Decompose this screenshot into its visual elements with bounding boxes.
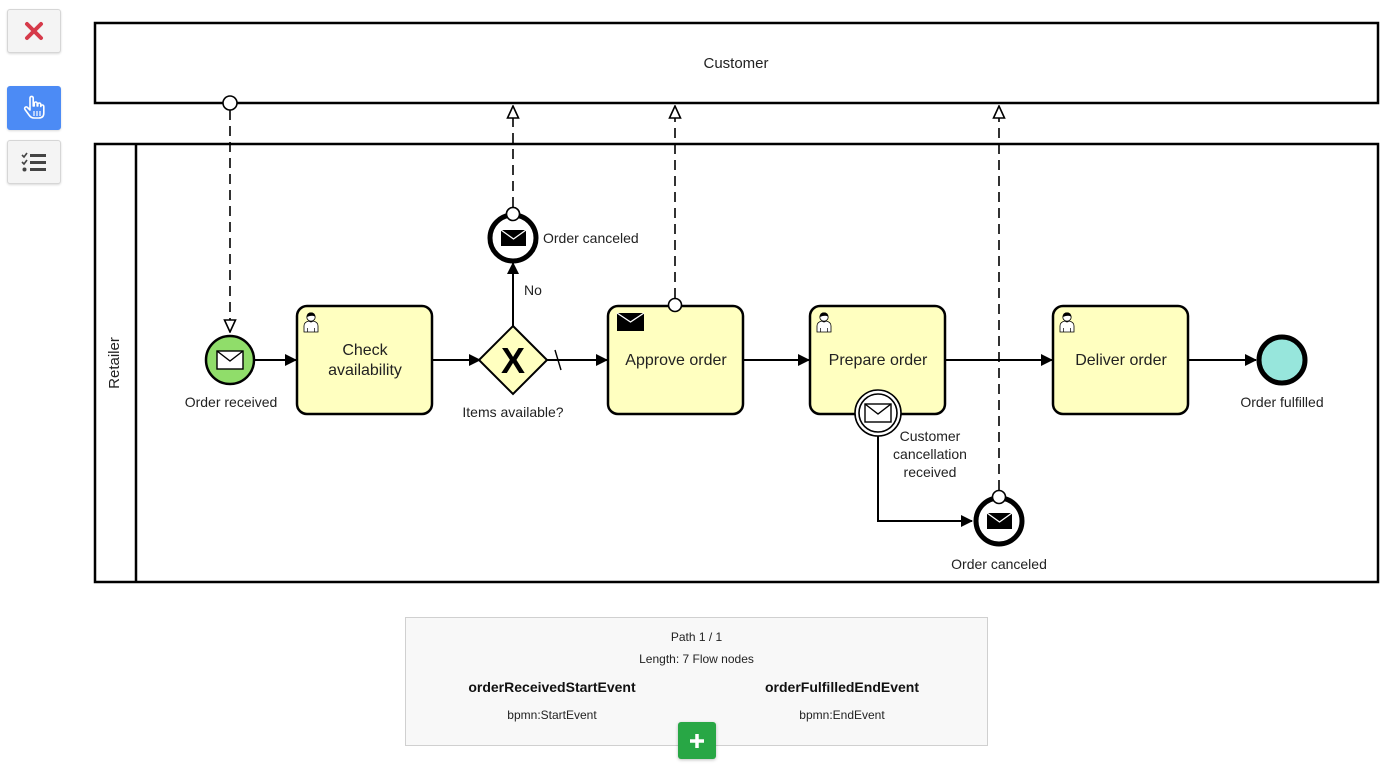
order-received-label: Order received [185, 394, 278, 410]
send-message-icon [616, 312, 645, 331]
boundary-label-line3: received [904, 464, 957, 480]
add-path-button[interactable] [678, 722, 716, 759]
task-label: Deliver order [1075, 352, 1167, 369]
task-label-line2: availability [328, 362, 402, 379]
order-canceled-top-label: Order canceled [543, 230, 639, 246]
plus-icon [690, 733, 704, 748]
start-node-type: bpmn:StartEvent [507, 708, 597, 722]
order-fulfilled-label: Order fulfilled [1240, 394, 1323, 410]
path-counter: Path 1 / 1 [670, 630, 723, 644]
path-length: Length: 7 Flow nodes [639, 652, 754, 666]
order-canceled-bottom-label: Order canceled [951, 556, 1047, 572]
no-flow-label: No [524, 282, 542, 298]
envelope-filled-icon [500, 229, 527, 246]
gateway-label: Items available? [462, 404, 563, 420]
gateway-x-marker: X [501, 340, 525, 381]
retailer-pool-label: Retailer [106, 337, 123, 389]
bpmn-diagram[interactable]: Customer Retailer No Order received Chec… [0, 0, 1385, 600]
task-label: Approve order [625, 352, 727, 369]
task-deliver-order[interactable]: Deliver order [1051, 304, 1190, 416]
customer-pool[interactable]: Customer [93, 21, 1380, 105]
task-label: Prepare order [829, 352, 928, 369]
boundary-label-line2: cancellation [893, 446, 967, 462]
boundary-label-line1: Customer [900, 428, 961, 444]
envelope-icon [216, 350, 244, 370]
envelope-icon [864, 403, 892, 423]
start-node-id: orderReceivedStartEvent [468, 679, 636, 695]
end-node-id: orderFulfilledEndEvent [764, 679, 919, 695]
task-check-availability[interactable]: Check availability [295, 304, 434, 416]
end-node-type: bpmn:EndEvent [799, 708, 885, 722]
task-label-line1: Check [342, 342, 388, 359]
task-approve-order[interactable]: Approve order [606, 297, 745, 416]
customer-pool-label: Customer [703, 55, 768, 72]
envelope-filled-icon [986, 512, 1013, 529]
